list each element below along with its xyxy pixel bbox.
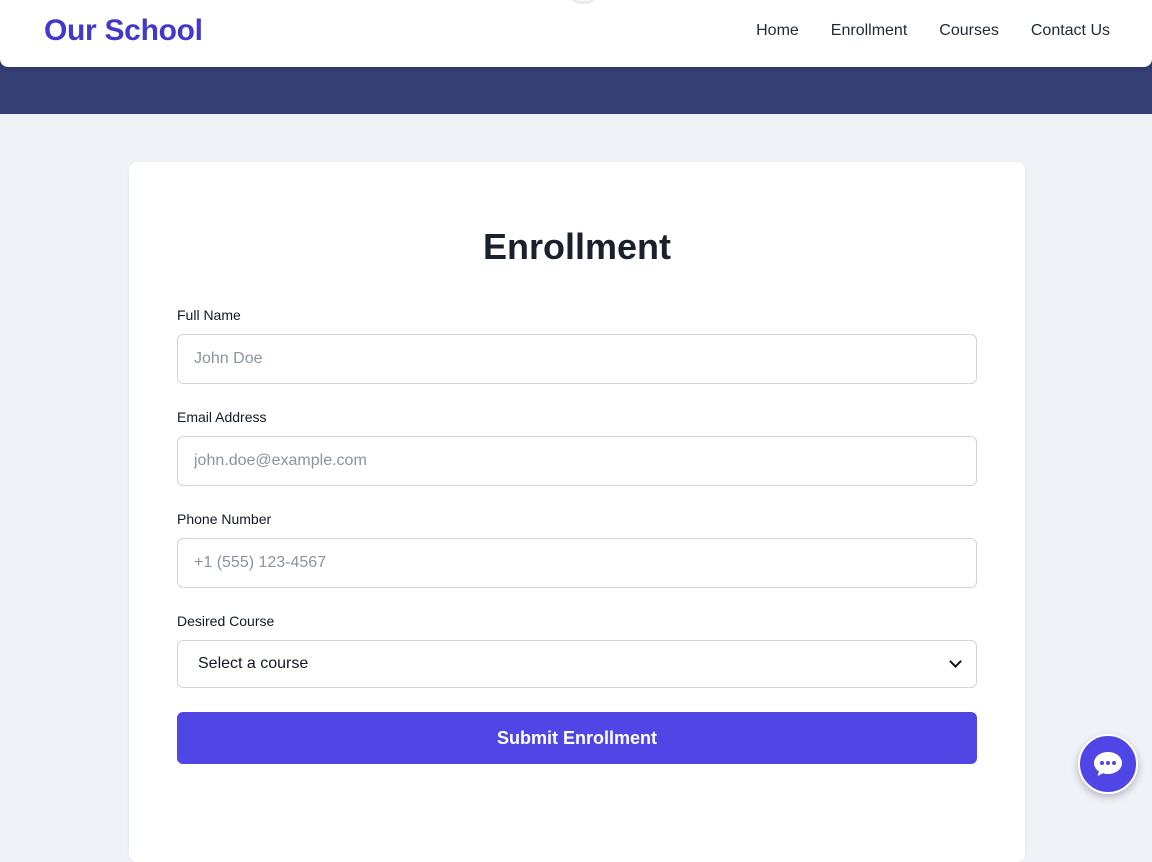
nav-link-home[interactable]: Home: [756, 22, 799, 40]
nav-link-contact-us[interactable]: Contact Us: [1031, 22, 1110, 40]
chat-bubble-icon: [1094, 752, 1122, 776]
brand-logo[interactable]: Our School: [44, 14, 203, 48]
full-name-label: Full Name: [177, 307, 241, 323]
top-navigation: Our School Home Enrollment Courses Conta…: [0, 0, 1152, 67]
form-title: Enrollment: [482, 226, 671, 267]
email-label: Email Address: [177, 409, 267, 425]
submit-enrollment-button[interactable]: Submit Enrollment: [177, 712, 977, 764]
chevron-down-icon: [949, 655, 962, 668]
phone-input[interactable]: [177, 538, 977, 588]
course-select[interactable]: Select a course: [177, 640, 977, 688]
nav-link-courses[interactable]: Courses: [939, 22, 999, 40]
full-name-input[interactable]: [177, 334, 977, 384]
course-select-value: Select a course: [198, 655, 309, 672]
phone-label: Phone Number: [177, 511, 272, 527]
nav-link-enrollment[interactable]: Enrollment: [831, 22, 907, 40]
chat-button[interactable]: [1078, 734, 1138, 794]
enrollment-form-card: Enrollment Full Name Email Address Phone…: [129, 162, 1025, 862]
nav-links: Home Enrollment Courses Contact Us: [756, 22, 1110, 40]
course-label: Desired Course: [177, 613, 275, 629]
nav-notch: [566, 0, 600, 2]
email-input[interactable]: [177, 436, 977, 486]
